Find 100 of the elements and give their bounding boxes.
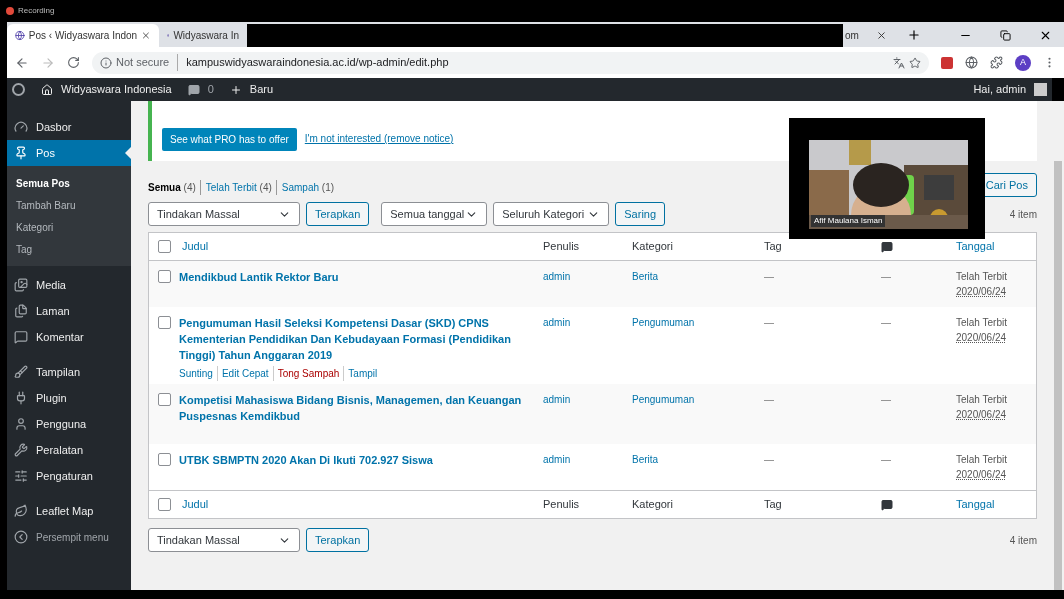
greeting-link[interactable]: Hai, admin [973,81,1026,98]
translate-icon[interactable] [893,56,905,69]
restore-icon[interactable] [1000,30,1011,41]
view-filter-link[interactable]: Sampah (1) [275,179,335,195]
row-action-link[interactable]: Sunting [179,366,213,381]
new-tab-icon[interactable] [907,28,921,42]
sidebar-item[interactable]: Media [7,272,131,298]
sidebar-item[interactable]: Komentar [7,324,131,350]
bulk-action-select[interactable]: Tindakan Massal [148,528,300,552]
column-header[interactable]: Judul [179,496,543,513]
comments-cell: — [881,271,891,282]
item-count: 4 item [1009,533,1037,548]
pin-icon [14,146,28,160]
reload-icon[interactable] [67,56,80,69]
settings-icon [14,469,28,483]
row-action-link[interactable]: Tampil [343,366,378,381]
category-link[interactable]: Berita [632,271,659,282]
category-link[interactable]: Pengumuman [632,394,695,405]
sidebar-item[interactable]: Laman [7,298,131,324]
column-header: Kategori [632,239,673,255]
comment-icon [881,240,893,253]
post-title-link[interactable]: Kompetisi Mahasiswa Bidang Bisnis, Managemen, dan Keuangan Puspesnas Kemdikbud [179,392,527,424]
submenu-item[interactable]: Tambah Baru [7,194,131,216]
apply-button[interactable]: Terapkan [306,202,370,226]
browser-tab[interactable]: om [843,24,895,47]
address-field[interactable]: Not secure kampuswidyaswaraindonesia.ac.id/wp-admin/edit.php [92,51,929,74]
participant-name: Afif Maulana Isman [811,215,886,227]
close-icon[interactable] [876,30,887,41]
filter-button[interactable]: Saring [615,202,666,226]
sidebar-item[interactable]: Peralatan [7,437,131,463]
back-icon[interactable] [15,55,29,70]
post-title-link[interactable]: Pengumuman Hasil Seleksi Kompetensi Dasar (SKD) CPNS Kementerian Pendidikan Dan Kebudayaan Formasi (Pendidikan Tinggi) Tahun Anggaran 2019 [179,315,527,363]
brush-icon [14,365,28,379]
tag-cell: — [764,271,774,282]
view-filter-link[interactable]: Telah Terbit (4) [199,179,272,195]
sidebar-item[interactable]: Pos [7,140,131,166]
status-text: Telah Terbit [956,316,1007,330]
sidebar-item[interactable]: Pengaturan [7,463,131,489]
wordpress-logo-icon[interactable] [12,83,25,96]
checkbox[interactable] [158,393,171,406]
apply-button[interactable]: Terapkan [306,528,370,552]
sidebar-item[interactable]: Persempit menu [7,524,131,550]
sidebar-item[interactable]: Pengguna [7,411,131,437]
comment-icon [187,83,200,96]
avatar-icon [1034,83,1047,96]
submenu-item[interactable]: Semua Pos [7,172,131,194]
submenu-item[interactable]: Tag [7,238,131,260]
row-action-link[interactable]: Tong Sampah [272,366,340,381]
author-link[interactable]: admin [543,271,571,282]
comments-cell: — [881,454,891,465]
sidebar-item[interactable]: Dasbor [7,114,131,140]
post-title-link[interactable]: UTBK SBMPTN 2020 Akan Di Ikuti 702.927 Siswa [179,452,433,468]
category-select[interactable]: Seluruh Kategori [493,202,610,226]
status-text: Telah Terbit [956,453,1007,467]
pdf-extension-icon[interactable] [941,56,953,69]
item-count: 4 item [1009,207,1037,222]
column-header[interactable]: Tanggal [956,496,1036,513]
date-text: 2020/06/24 [956,408,1007,422]
date-text: 2020/06/24 [956,468,1007,482]
column-header: Kategori [632,497,673,513]
view-filter-link[interactable]: Semua (4) [148,179,196,195]
checkbox[interactable] [158,240,171,253]
wrench-icon [14,443,28,457]
info-icon [100,56,112,69]
author-link[interactable]: admin [543,394,571,405]
post-title-link[interactable]: Mendikbud Lantik Rektor Baru [179,269,339,285]
date-select[interactable]: Semua tanggal [381,202,488,226]
extensions-icon[interactable] [990,56,1003,69]
images-icon [14,278,28,292]
author-link[interactable]: admin [543,454,571,465]
dismiss-link[interactable]: I'm not interested (remove notice) [304,131,454,146]
date-text: 2020/06/24 [956,331,1007,345]
checkbox[interactable] [158,270,171,283]
profile-avatar[interactable]: A [1015,54,1031,71]
site-name-link[interactable]: Widyaswara Indonesia [61,81,172,98]
globe-icon[interactable] [965,56,978,69]
bulk-action-select[interactable]: Tindakan Massal [148,202,300,226]
browser-tab[interactable]: Widyaswara In [159,24,247,47]
new-link[interactable]: Baru [249,81,274,98]
column-header[interactable]: Tanggal [956,238,1036,255]
star-icon[interactable] [909,56,921,69]
category-link[interactable]: Pengumuman [632,317,695,328]
submenu-item[interactable]: Kategori [7,216,131,238]
close-window-icon[interactable] [1039,29,1052,42]
column-header[interactable]: Judul [179,238,543,255]
comments-cell: — [881,394,891,405]
checkbox[interactable] [158,498,171,511]
sidebar-item[interactable]: Plugin [7,385,131,411]
category-link[interactable]: Berita [632,454,659,465]
column-header: Penulis [543,497,580,513]
pro-offer-button[interactable]: See what PRO has to offer [162,128,297,151]
sidebar-item[interactable]: Leaflet Map [7,498,131,524]
scrollbar[interactable] [1052,101,1064,590]
author-link[interactable]: admin [543,317,571,328]
browser-tab[interactable]: Pos ‹ Widyaswara Indon [7,24,159,47]
sidebar-item[interactable]: Tampilan [7,359,131,385]
checkbox[interactable] [158,453,171,466]
comment-count[interactable]: 0 [207,81,214,98]
checkbox[interactable] [158,316,171,329]
row-action-link[interactable]: Edit Cepat [216,366,269,381]
